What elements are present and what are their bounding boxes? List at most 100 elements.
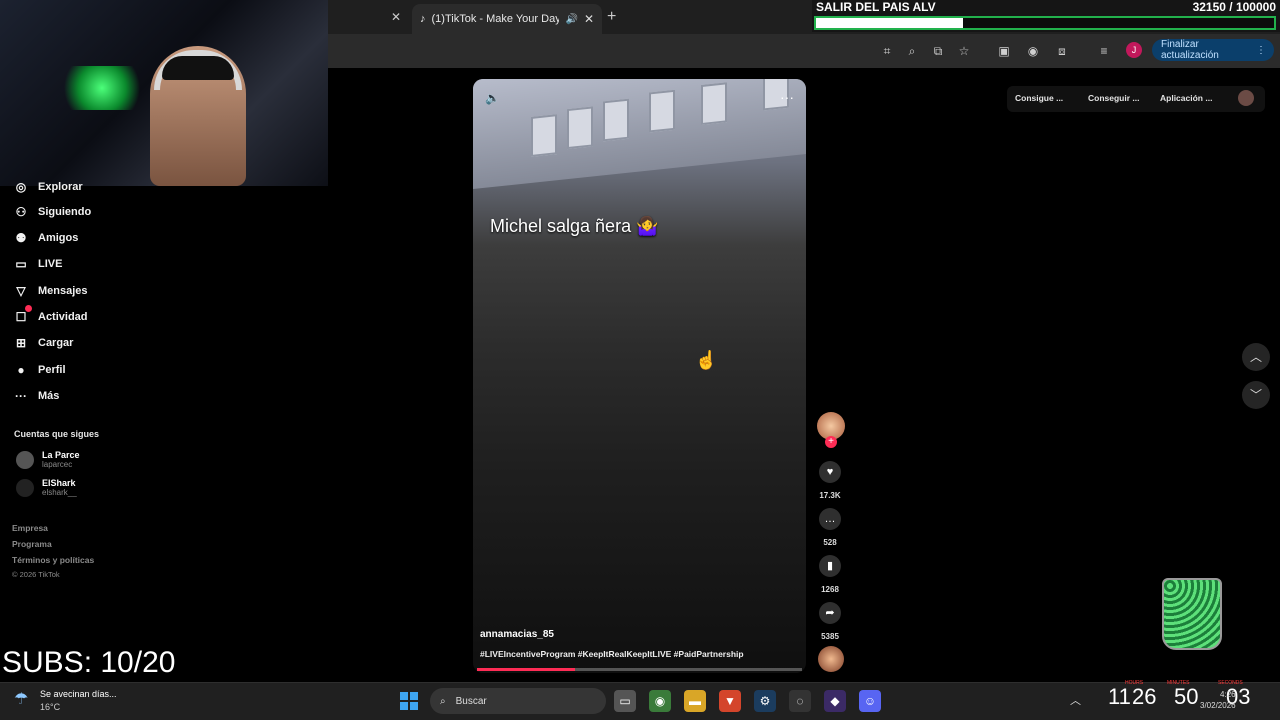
weather-icon[interactable]: ☂ bbox=[14, 689, 28, 709]
timer-hours: 11 bbox=[1108, 684, 1131, 709]
following-name: La Parce bbox=[42, 450, 80, 460]
comment-button[interactable]: … bbox=[819, 508, 841, 530]
tray-chevron-icon[interactable]: ︿ bbox=[1070, 692, 1081, 708]
more-options-icon[interactable]: ··· bbox=[780, 89, 794, 105]
system-date: 3/02/2026 bbox=[1200, 701, 1236, 710]
media-queue-icon[interactable]: ≡ bbox=[1095, 42, 1113, 60]
send-icon: ▽ bbox=[16, 284, 26, 298]
timer-minutes-2: 50 bbox=[1174, 684, 1199, 709]
sidebar-item-explorar[interactable]: ◎ Explorar bbox=[14, 178, 83, 196]
trash-can-overlay bbox=[1162, 578, 1222, 650]
goal-overlay: SALIR DEL PAIS ALV 32150 / 100000 bbox=[812, 0, 1280, 32]
cap bbox=[162, 56, 234, 80]
previous-video-button[interactable]: ︿ bbox=[1242, 343, 1270, 371]
save-button[interactable]: ▮ bbox=[819, 555, 841, 577]
sidebar-item-label: Siguiendo bbox=[38, 206, 92, 218]
sidebar-item-label: Perfil bbox=[38, 364, 66, 376]
profile-avatar[interactable]: J bbox=[1126, 42, 1142, 58]
sidebar-item-mensajes[interactable]: ▽ Mensajes bbox=[14, 282, 88, 300]
taskbar-search[interactable]: ⌕ Buscar bbox=[430, 688, 606, 714]
share-button[interactable]: ➦ bbox=[819, 602, 841, 624]
video-building bbox=[473, 79, 806, 189]
install-icon[interactable]: ⧉ bbox=[929, 42, 947, 60]
following-handle: laparcec bbox=[42, 460, 73, 469]
file-explorer-icon[interactable]: ▬ bbox=[684, 690, 706, 712]
sidebar-item-label: Explorar bbox=[38, 181, 83, 193]
next-video-button[interactable]: ﹀ bbox=[1242, 381, 1270, 409]
person-check-icon: ⚇ bbox=[15, 205, 27, 219]
video-username[interactable]: annamacias_85 bbox=[480, 629, 554, 640]
user-avatar[interactable] bbox=[1238, 90, 1254, 106]
weather-title[interactable]: Se avecinan días... bbox=[40, 689, 117, 699]
launcher-icon[interactable]: ◆ bbox=[824, 690, 846, 712]
hand-cursor-icon: ☝ bbox=[695, 350, 718, 370]
building-window bbox=[649, 89, 675, 133]
follow-plus-icon[interactable]: + bbox=[825, 436, 837, 448]
tab-title: (1)TikTok - Make Your Day bbox=[431, 13, 560, 25]
video-progress-bar[interactable] bbox=[477, 668, 802, 671]
translate-icon[interactable]: ⌗ bbox=[878, 42, 896, 60]
sidebar-item-actividad[interactable]: ☐ Actividad bbox=[14, 305, 88, 326]
sound-disc-avatar[interactable] bbox=[818, 646, 844, 672]
sidebar-item-live[interactable]: ▭ LIVE bbox=[14, 255, 62, 273]
task-view-icon[interactable]: ▭ bbox=[614, 690, 636, 712]
video-player[interactable]: 🔈 ··· Michel salga ñera 🤷‍♀️ annamacias_… bbox=[473, 79, 806, 673]
windows-taskbar bbox=[0, 682, 1280, 720]
following-section-title: Cuentas que sigues bbox=[14, 429, 100, 439]
subs-counter: SUBS: 10/20 bbox=[2, 646, 176, 679]
update-button-label: Finalizar actualización bbox=[1161, 39, 1219, 61]
share-count: 5385 bbox=[821, 632, 839, 641]
sidebar-item-label: Amigos bbox=[38, 232, 79, 244]
sidebar-item-perfil[interactable]: ● Perfil bbox=[14, 361, 66, 379]
sidebar-item-amigos[interactable]: ⚉ Amigos bbox=[14, 229, 79, 247]
sidebar-item-label: Cargar bbox=[38, 337, 74, 349]
goal-progress-bar bbox=[814, 16, 1276, 30]
close-tab-icon[interactable]: ✕ bbox=[388, 9, 404, 25]
compass-icon: ◎ bbox=[15, 180, 27, 194]
building-window bbox=[701, 82, 727, 126]
following-item[interactable]: ElShark elshark__ bbox=[16, 478, 77, 497]
extensions-puzzle-icon[interactable]: ⧈ bbox=[1053, 42, 1071, 60]
following-item[interactable]: La Parce laparcec bbox=[16, 450, 80, 469]
new-tab-icon[interactable]: + bbox=[607, 8, 616, 26]
obs-icon[interactable]: ◌ bbox=[789, 690, 811, 712]
extension-icon[interactable]: ▣ bbox=[995, 42, 1013, 60]
zoom-icon[interactable]: ⌕ bbox=[903, 42, 921, 60]
video-caption: Michel salga ñera 🤷‍♀️ bbox=[490, 216, 659, 236]
update-button[interactable]: Finalizar actualización ⋮ bbox=[1152, 39, 1274, 61]
close-tab-icon[interactable]: ✕ bbox=[584, 12, 594, 26]
webcam-feed bbox=[0, 0, 328, 186]
goal-progress-fill bbox=[816, 18, 964, 28]
speaker-icon[interactable]: 🔊 bbox=[565, 14, 577, 25]
goal-count: 32150 / 100000 bbox=[1192, 0, 1276, 14]
steam-icon[interactable]: ⚙ bbox=[754, 690, 776, 712]
discord-icon[interactable]: ☺ bbox=[859, 690, 881, 712]
sidebar-item-label: Más bbox=[38, 390, 60, 402]
video-hashtags[interactable]: #LIVEIncentiveProgram #KeepItRealKeepItL… bbox=[480, 649, 744, 659]
more-dots-icon: ··· bbox=[15, 389, 27, 403]
sidebar-item-cargar[interactable]: ⊞ Cargar bbox=[14, 334, 74, 352]
footer-link[interactable]: Términos y políticas bbox=[12, 555, 94, 565]
bookmark-star-icon[interactable]: ☆ bbox=[955, 42, 973, 60]
copyright: © 2026 TikTok bbox=[12, 570, 60, 579]
footer-link[interactable]: Programa bbox=[12, 539, 52, 549]
menu-dots-icon[interactable]: ⋮ bbox=[1256, 45, 1266, 56]
get-coins-link[interactable]: Consigue ... bbox=[1015, 93, 1063, 103]
extension-globe-icon[interactable]: ◉ bbox=[1024, 42, 1042, 60]
browser-tab-tiktok[interactable]: ♪ (1)TikTok - Make Your Day 🔊 ✕ bbox=[412, 4, 602, 34]
chrome-icon[interactable]: ◉ bbox=[649, 690, 671, 712]
desktop-app-link[interactable]: Aplicación ... bbox=[1160, 93, 1212, 103]
like-button[interactable]: ♥ bbox=[819, 461, 841, 483]
system-clock[interactable]: 4:26 3/02/2026 bbox=[1200, 689, 1236, 711]
timer-minutes: 26 bbox=[1132, 684, 1157, 709]
windows-start-icon[interactable] bbox=[400, 692, 418, 710]
brave-icon[interactable]: ▼ bbox=[719, 690, 741, 712]
sidebar-item-siguiendo[interactable]: ⚇ Siguiendo bbox=[14, 203, 92, 221]
like-count: 17.3K bbox=[819, 491, 841, 500]
get-app-link[interactable]: Conseguir ... bbox=[1088, 93, 1139, 103]
building-window bbox=[567, 106, 593, 150]
sidebar-item-label: Mensajes bbox=[38, 285, 88, 297]
sidebar-item-mas[interactable]: ··· Más bbox=[14, 387, 59, 405]
volume-icon[interactable]: 🔈 bbox=[485, 91, 500, 105]
footer-link[interactable]: Empresa bbox=[12, 523, 48, 533]
